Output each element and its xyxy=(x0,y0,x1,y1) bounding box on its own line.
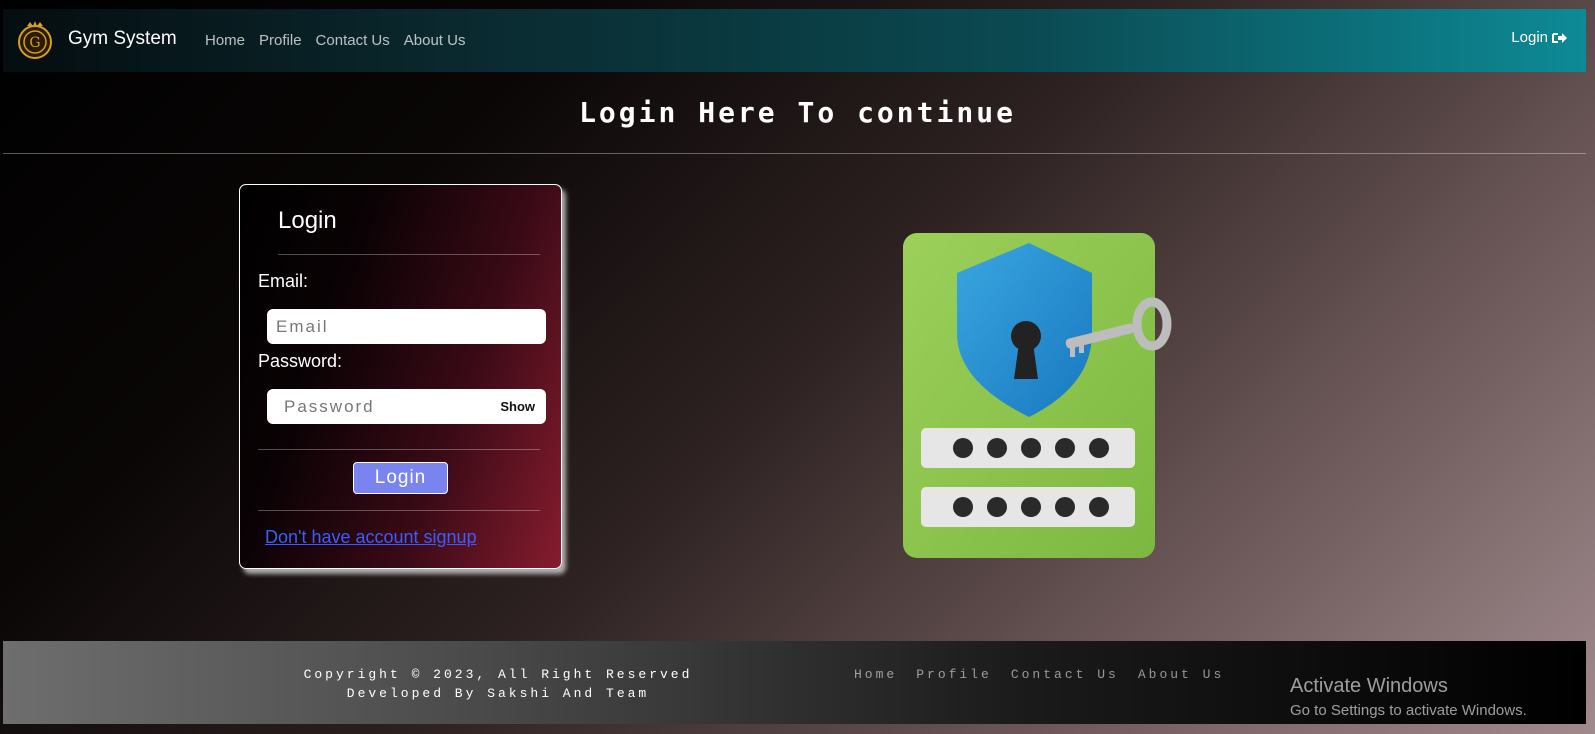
nav-login-label: Login xyxy=(1511,29,1548,46)
password-field: Show xyxy=(267,389,546,424)
footer-link-profile[interactable]: Profile xyxy=(916,667,992,682)
activate-windows-title: Activate Windows xyxy=(1290,675,1448,697)
password-input[interactable] xyxy=(267,389,477,424)
signup-link[interactable]: Don't have account signup xyxy=(265,527,477,548)
gym-logo-icon[interactable]: G xyxy=(15,20,55,60)
show-password-button[interactable]: Show xyxy=(500,399,535,414)
navbar: G Gym System Home Profile Contact Us Abo… xyxy=(3,9,1586,72)
footer-link-about[interactable]: About Us xyxy=(1138,667,1224,682)
nav-link-about[interactable]: About Us xyxy=(404,32,466,49)
brand-name[interactable]: Gym System xyxy=(68,28,177,50)
card-divider-bottom xyxy=(258,510,540,511)
nav-link-contact[interactable]: Contact Us xyxy=(316,32,390,49)
footer-link-contact[interactable]: Contact Us xyxy=(1011,667,1119,682)
page-title: Login Here To continue xyxy=(579,96,1016,129)
login-card-title: Login xyxy=(278,207,337,234)
title-divider xyxy=(3,153,1586,154)
login-card: Login Email: Password: Show Login Don't … xyxy=(239,184,562,569)
card-divider-middle xyxy=(258,449,540,450)
nav-link-home[interactable]: Home xyxy=(205,32,245,49)
nav-login-button[interactable]: Login xyxy=(1511,29,1568,46)
activate-windows-watermark: Activate Windows Go to Settings to activ… xyxy=(1290,675,1527,719)
email-input[interactable] xyxy=(267,309,546,344)
card-divider-top xyxy=(278,254,540,255)
copyright-line: Copyright © 2023, All Right Reserved xyxy=(303,667,693,682)
email-label: Email: xyxy=(258,271,309,291)
nav-link-profile[interactable]: Profile xyxy=(259,32,302,49)
password-label: Password: xyxy=(258,351,343,371)
developer-credit: Developed By Sakshi And Team xyxy=(346,686,650,701)
sign-in-icon xyxy=(1552,32,1567,43)
footer-link-home[interactable]: Home xyxy=(854,667,897,682)
login-submit-button[interactable]: Login xyxy=(353,462,448,494)
footer-links: Home Profile Contact Us About Us xyxy=(854,667,1243,682)
copyright-text: Copyright © 2023, All Right Reserved Dev… xyxy=(3,665,993,703)
nav-links: Home Profile Contact Us About Us xyxy=(205,32,479,49)
svg-text:G: G xyxy=(29,35,40,51)
activate-windows-subtitle: Go to Settings to activate Windows. xyxy=(1290,702,1527,719)
shield-keyhole-key-password-icon xyxy=(903,233,1172,558)
